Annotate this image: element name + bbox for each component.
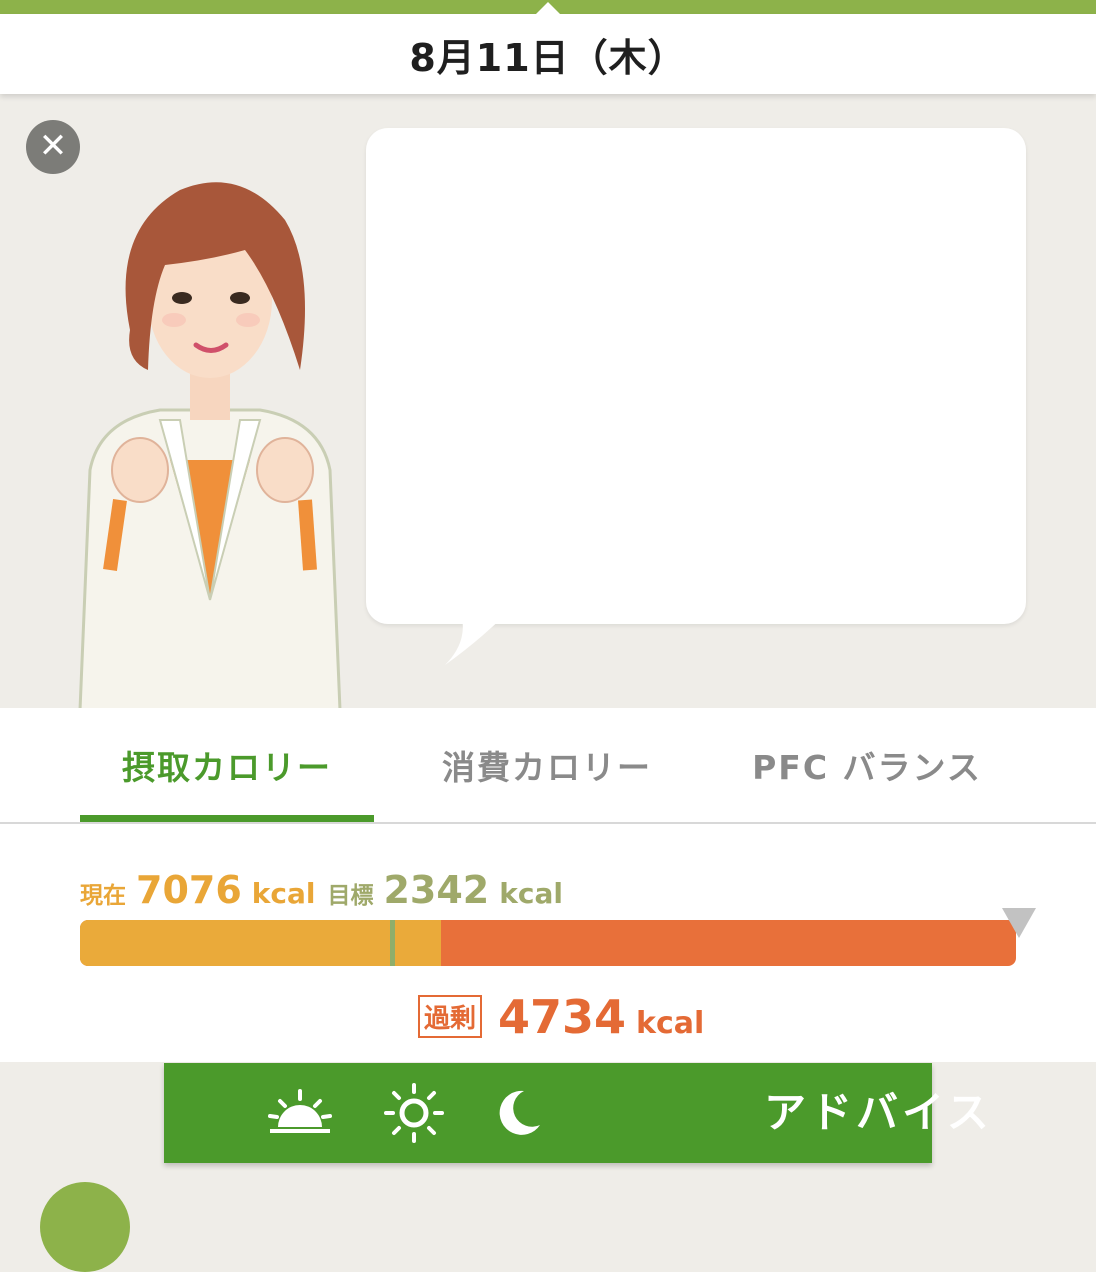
excess-summary: 過剰 4734 kcal	[418, 990, 705, 1044]
sunrise-icon	[268, 1089, 332, 1133]
advice-button[interactable]: アドバイス	[164, 1063, 989, 1163]
date-title: 8月11日（木）	[409, 35, 687, 80]
active-tab-indicator	[80, 815, 374, 822]
calorie-panel: 摂取カロリー 消費カロリー PFC バランス 現在 7076 kcal 目標 2…	[0, 708, 1096, 1062]
calorie-progress-bar	[80, 920, 1016, 966]
tab-burned-calories[interactable]: 消費カロリー	[382, 708, 712, 822]
tab-pfc-balance[interactable]: PFC バランス	[702, 708, 1032, 822]
goal-label: 目標	[327, 883, 374, 909]
moon-icon	[499, 1090, 540, 1135]
goal-marker	[390, 920, 395, 966]
current-label: 現在	[80, 883, 126, 909]
close-button[interactable]: ✕	[26, 120, 80, 174]
bottom-fab[interactable]	[40, 1182, 130, 1272]
speech-bubble	[366, 128, 1026, 624]
speech-bubble-tail	[445, 610, 510, 665]
calorie-summary: 現在 7076 kcal 目標 2342 kcal	[80, 868, 575, 918]
date-header: 8月11日（木）	[0, 14, 1096, 94]
excess-value: 4734	[498, 990, 627, 1044]
current-value: 7076	[136, 868, 242, 912]
advice-label: アドバイス	[764, 1088, 993, 1137]
tab-intake-calories[interactable]: 摂取カロリー	[62, 708, 392, 822]
header-notch	[536, 2, 560, 14]
advisor-character	[78, 182, 342, 710]
bar-end-marker	[1002, 908, 1036, 938]
goal-unit: kcal	[499, 877, 563, 910]
sun-icon	[384, 1083, 444, 1143]
tab-bar: 摂取カロリー 消費カロリー PFC バランス	[0, 708, 1096, 824]
current-unit: kcal	[251, 877, 316, 910]
close-icon: ✕	[38, 126, 68, 166]
goal-value: 2342	[383, 868, 490, 912]
excess-badge: 過剰	[418, 995, 483, 1038]
excess-unit: kcal	[636, 1006, 705, 1041]
current-intake-fill	[80, 920, 441, 966]
